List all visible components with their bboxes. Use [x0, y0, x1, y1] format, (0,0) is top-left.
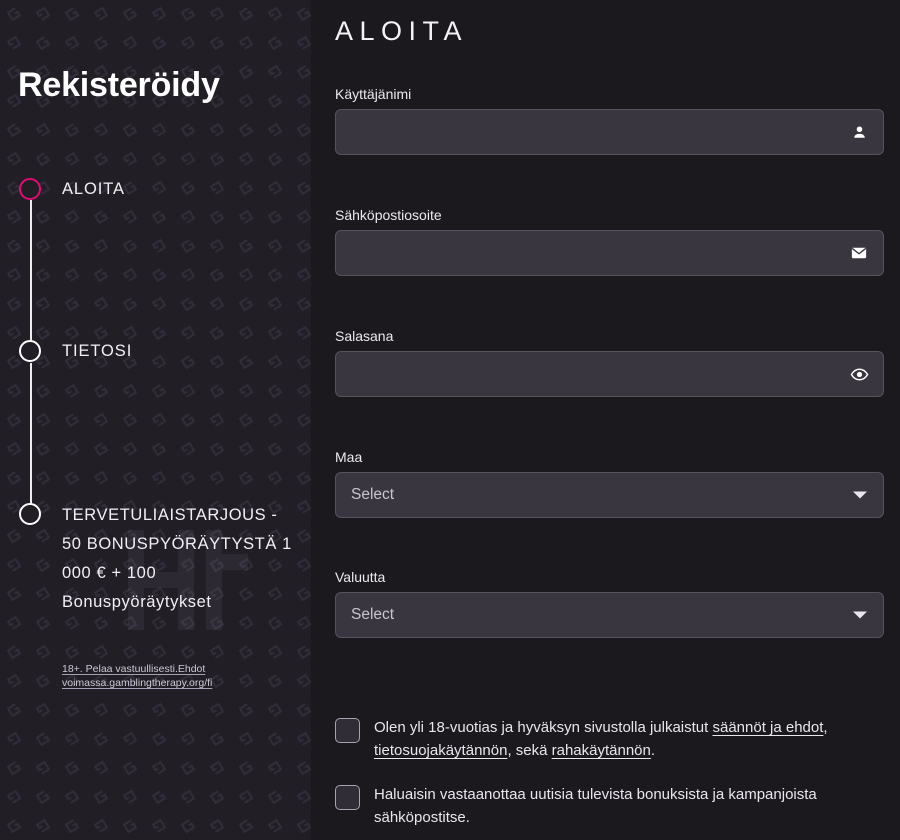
- field-country: Maa Select: [335, 449, 884, 518]
- field-email: Sähköpostiosoite: [335, 207, 884, 276]
- stepper-dot-aloita: [19, 178, 41, 200]
- stepper-connector-1: [30, 200, 32, 352]
- field-username: Käyttäjänimi: [335, 86, 884, 155]
- stepper-label-tietosi: TIETOSI: [62, 342, 133, 360]
- chevron-down-icon: [853, 491, 867, 499]
- form-step-title: ALOITA: [335, 16, 469, 46]
- newsletter-checkbox-label: Haluaisin vastaanottaa uutisia tulevista…: [374, 783, 887, 829]
- country-select[interactable]: Select: [335, 472, 884, 518]
- checkbox-text-segment: , sekä: [507, 742, 552, 759]
- country-select-value: Select: [351, 486, 395, 503]
- email-input[interactable]: [336, 231, 883, 275]
- username-input-wrapper[interactable]: [335, 109, 884, 155]
- password-input[interactable]: [336, 352, 883, 396]
- username-input[interactable]: [336, 110, 883, 154]
- email-input-wrapper[interactable]: [335, 230, 884, 276]
- registration-page: Rekisteröidy ALOITA TIETOSI TERVETULIAIS…: [0, 0, 900, 840]
- stepper-label-offer-tail: Bonuspyöräytykset: [62, 593, 212, 611]
- field-label-username: Käyttäjänimi: [335, 86, 412, 102]
- envelope-icon: [849, 243, 869, 263]
- field-label-email: Sähköpostiosoite: [335, 207, 442, 223]
- checkbox-text-segment: .: [650, 742, 656, 759]
- eye-icon[interactable]: [849, 364, 869, 384]
- field-label-password: Salasana: [335, 328, 394, 344]
- sidebar: Rekisteröidy ALOITA TIETOSI TERVETULIAIS…: [0, 0, 311, 840]
- checkbox-row-terms: Olen yli 18-vuotias ja hyväksyn sivustol…: [335, 716, 887, 762]
- field-currency: Valuutta Select: [335, 569, 884, 638]
- checkbox-text-segment: Olen yli 18-vuotias ja hyväksyn sivustol…: [374, 719, 713, 736]
- stepper-label-offer-main: TERVETULIAISTARJOUS - 50 BONUSPYÖRÄYTYST…: [62, 506, 292, 582]
- field-label-currency: Valuutta: [335, 569, 386, 585]
- checkbox-text-segment: Haluaisin vastaanottaa uutisia tulevista…: [374, 786, 817, 826]
- stepper-label-tervetuliaistarjous: TERVETULIAISTARJOUS - 50 BONUSPYÖRÄYTYST…: [62, 501, 297, 617]
- field-password: Salasana: [335, 328, 884, 397]
- checkbox-link[interactable]: säännöt ja ehdot: [712, 719, 823, 736]
- registration-stepper: ALOITA TIETOSI TERVETULIAISTARJOUS - 50 …: [0, 0, 311, 840]
- stepper-dot-tervetuliaistarjous: [19, 503, 41, 525]
- stepper-dot-tietosi: [19, 340, 41, 362]
- field-label-country: Maa: [335, 449, 363, 465]
- person-icon: [849, 122, 869, 142]
- password-input-wrapper[interactable]: [335, 351, 884, 397]
- terms-checkbox[interactable]: [335, 718, 360, 743]
- stepper-connector-2: [30, 363, 32, 515]
- currency-select-value: Select: [351, 606, 395, 623]
- newsletter-checkbox[interactable]: [335, 785, 360, 810]
- registration-form-panel: ALOITA Käyttäjänimi Sähköpostiosoite Sal…: [311, 0, 900, 840]
- checkbox-link[interactable]: rahakäytännön: [552, 742, 651, 759]
- checkbox-row-newsletter: Haluaisin vastaanottaa uutisia tulevista…: [335, 783, 887, 829]
- currency-select[interactable]: Select: [335, 592, 884, 638]
- checkbox-link[interactable]: tietosuojakäytännön: [374, 742, 507, 759]
- checkbox-text-segment: ,: [823, 719, 828, 736]
- responsible-gambling-link[interactable]: 18+. Pelaa vastuullisesti.Ehdot voimassa…: [62, 662, 262, 690]
- terms-checkbox-label: Olen yli 18-vuotias ja hyväksyn sivustol…: [374, 716, 887, 762]
- chevron-down-icon: [853, 611, 867, 619]
- stepper-label-aloita: ALOITA: [62, 180, 125, 198]
